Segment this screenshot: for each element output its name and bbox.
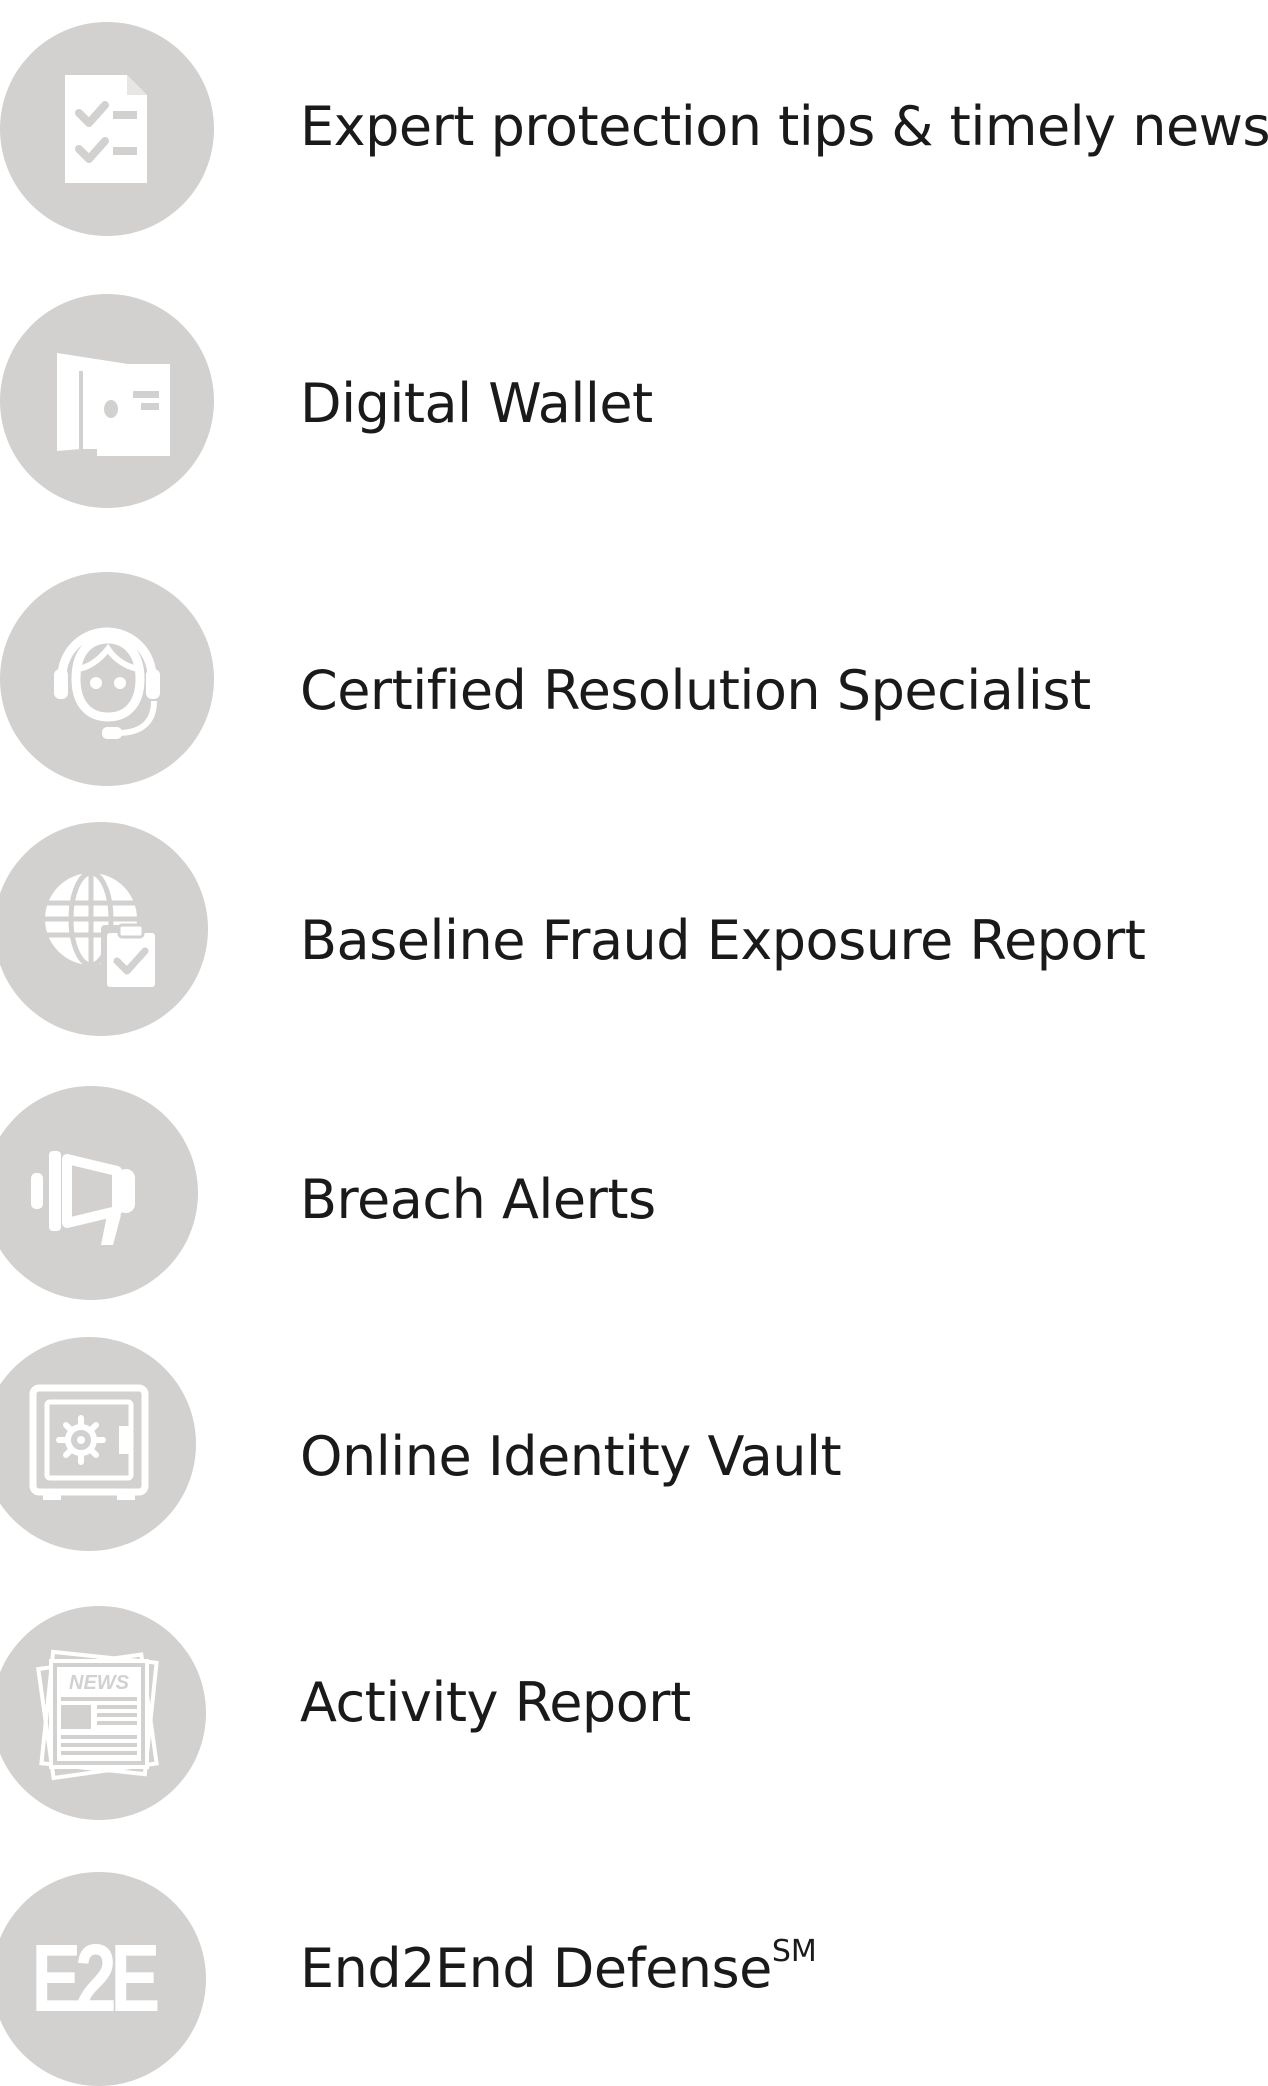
feature-label: Breach Alerts (300, 1168, 656, 1231)
service-mark: SM (771, 1934, 817, 1969)
wallet-icon (0, 294, 214, 508)
checklist-icon (0, 22, 214, 236)
e2e-icon: E2E (0, 1872, 206, 2086)
feature-label: Expert protection tips & timely news (300, 95, 1268, 158)
feature-label: Online Identity Vault (300, 1425, 842, 1488)
feature-label: End2End DefenseSM (300, 1937, 817, 1996)
feature-label: Digital Wallet (300, 372, 653, 435)
feature-label-text: End2End Defense (300, 1937, 772, 2000)
megaphone-icon (0, 1086, 198, 1300)
headset-agent-icon (0, 572, 214, 786)
feature-label: Activity Report (300, 1671, 691, 1734)
globe-clipboard-icon (0, 822, 208, 1036)
vault-safe-icon (0, 1337, 196, 1551)
feature-label: Certified Resolution Specialist (300, 659, 1091, 722)
newspaper-icon: NEWS (0, 1606, 206, 1820)
feature-label: Baseline Fraud Exposure Report (300, 909, 1146, 972)
svg-text:NEWS: NEWS (69, 1672, 130, 1694)
e2e-icon-text: E2E (31, 1925, 161, 2032)
